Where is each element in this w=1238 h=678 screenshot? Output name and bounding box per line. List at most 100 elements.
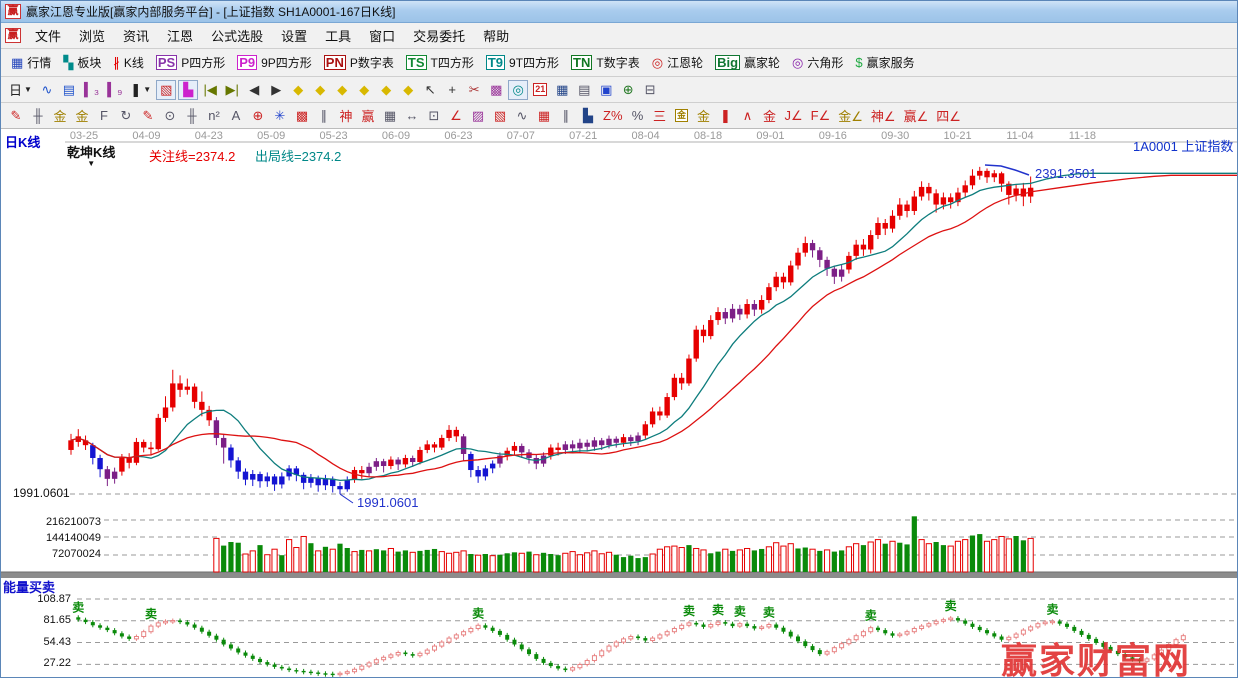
menu-item-1[interactable]: 文件 [26, 24, 70, 47]
cut-tool-icon[interactable]: ✂ [464, 80, 484, 100]
candle-type-dropdown-icon[interactable]: ❚▼ [127, 80, 154, 100]
hand-tool-icon[interactable]: ↖ [420, 80, 440, 100]
fan-box-icon[interactable]: ▨ [468, 106, 488, 126]
menu-item-6[interactable]: 设置 [272, 24, 316, 47]
fan-lines-icon[interactable]: ∠ [446, 106, 466, 126]
menu-item-9[interactable]: 交易委托 [404, 24, 474, 47]
tick-grid-icon[interactable]: ╫ [28, 106, 48, 126]
toolbar-item-t-number-table[interactable]: TNT数字表 [565, 52, 646, 74]
angle-a-icon[interactable]: A [226, 106, 246, 126]
ying-angle-icon[interactable]: 赢∠ [901, 106, 932, 126]
web-box-icon[interactable]: ▧ [490, 106, 510, 126]
bars-9-icon[interactable]: ▍₉ [104, 80, 125, 100]
box-tool-icon[interactable]: ⊡ [424, 106, 444, 126]
ying-tool-icon[interactable]: 赢 [358, 106, 378, 126]
crosshair-tool-icon[interactable]: + [442, 80, 462, 100]
shape-tool-icon[interactable]: ▩ [486, 80, 506, 100]
h-measure-icon[interactable]: ↔ [402, 106, 422, 126]
ruler-grid-icon[interactable]: ▦ [380, 106, 400, 126]
web-export-icon[interactable]: ⊕ [618, 80, 638, 100]
svg-text:05-09: 05-09 [257, 130, 285, 142]
toolbar-item-9t-square[interactable]: T99T四方形 [480, 52, 565, 74]
pencil-2-icon[interactable]: ✎ [138, 106, 158, 126]
shen-tool-icon[interactable]: 神 [336, 106, 356, 126]
info-panel-icon[interactable]: ▤ [59, 80, 79, 100]
zoom-expand-icon[interactable]: ◆ [332, 80, 352, 100]
period-view-label[interactable]: 日K线 [5, 132, 40, 151]
zoom-restore-icon[interactable]: ◆ [398, 80, 418, 100]
menu-item-8[interactable]: 窗口 [360, 24, 404, 47]
page-next-icon[interactable]: ▶ [266, 80, 286, 100]
menu-item-4[interactable]: 江恩 [158, 24, 202, 47]
si-angle-icon[interactable]: 四∠ [933, 106, 964, 126]
zoom-compress-icon[interactable]: ◆ [376, 80, 396, 100]
spiral-icon[interactable]: ↻ [116, 106, 136, 126]
gold-rule-icon[interactable]: 金 [694, 106, 714, 126]
volume-profile-icon[interactable]: ▙ [178, 80, 198, 100]
menu-item-5[interactable]: 公式选股 [202, 24, 272, 47]
shen-angle-icon[interactable]: 神∠ [868, 106, 899, 126]
price-mark-icon[interactable]: ∥ [314, 106, 334, 126]
three-percent-icon[interactable]: 三 [650, 106, 670, 126]
gann-wave-icon[interactable]: ∿ [37, 80, 57, 100]
gann-clock-icon[interactable]: ⊙ [160, 106, 180, 126]
9p-square-icon: P9 [237, 55, 257, 70]
pencil-icon[interactable]: ✎ [6, 106, 26, 126]
period-day-dropdown-icon[interactable]: 日▼ [6, 80, 35, 100]
calculator-icon[interactable]: ▦ [552, 80, 572, 100]
kline-type-dropdown[interactable]: 乾坤K线▼ [67, 142, 115, 166]
fibonacci-icon[interactable]: F [94, 106, 114, 126]
gold-circle-icon[interactable]: 金 [672, 106, 692, 126]
toolbar-item-9p-square[interactable]: P99P四方形 [231, 52, 318, 74]
square-of-nine-icon[interactable]: n² [204, 106, 224, 126]
wave-peak-icon[interactable]: ∧ [738, 106, 758, 126]
gold-red-icon[interactable]: 金 [760, 106, 780, 126]
wave-line-icon[interactable]: ∿ [512, 106, 532, 126]
zoom-left-icon[interactable]: ◆ [288, 80, 308, 100]
gold-line-2-icon[interactable]: 金 [72, 106, 92, 126]
toolbar-item-kline[interactable]: ∦K线 [107, 52, 150, 74]
mind-tool-icon[interactable]: ◎ [508, 80, 528, 100]
tick-grid-2-icon[interactable]: ╫ [182, 106, 202, 126]
toolbar-item-t-square[interactable]: TST四方形 [400, 52, 480, 74]
stat-bars-icon[interactable]: ▙ [578, 106, 598, 126]
f-angle-icon[interactable]: F∠ [808, 106, 834, 126]
toolbar-item-hexagon[interactable]: ◎六角形 [786, 52, 849, 74]
toolbar-item-p-number-table[interactable]: PNP数字表 [318, 52, 400, 74]
toolbar-item-p-square[interactable]: PSP四方形 [150, 52, 231, 74]
toolbar-item-winner-service[interactable]: $赢家服务 [849, 52, 920, 74]
chart-canvas[interactable]: 03-2504-0904-2305-0905-2306-0906-2307-07… [1, 129, 1238, 678]
spider-web-icon[interactable]: ▩ [292, 106, 312, 126]
print-icon[interactable]: ⊟ [640, 80, 660, 100]
menu-item-10[interactable]: 帮助 [474, 24, 518, 47]
star-web-icon[interactable]: ✳ [270, 106, 290, 126]
chart-area[interactable]: 03-2504-0904-2305-0905-2306-0906-2307-07… [1, 129, 1238, 678]
save-icon[interactable]: ▣ [596, 80, 616, 100]
bars-3-icon[interactable]: ▍₃ [81, 80, 102, 100]
hatch-lines-icon[interactable]: ∥ [556, 106, 576, 126]
gold-angle-icon[interactable]: 金∠ [835, 106, 866, 126]
toolbar-item-gann-wheel[interactable]: ◎江恩轮 [646, 52, 709, 74]
go-last-icon[interactable]: ▶| [222, 80, 242, 100]
grid-large-icon[interactable]: ▦ [534, 106, 554, 126]
toolbar-item-winner-wheel[interactable]: Big赢家轮 [709, 52, 786, 74]
zoom-right-icon[interactable]: ◆ [310, 80, 330, 100]
toolbar-item-sectors[interactable]: ▚板块 [57, 52, 107, 74]
calendar-icon[interactable]: 21 [530, 80, 550, 100]
go-first-icon[interactable]: |◀ [200, 80, 220, 100]
gann-hatch-icon[interactable]: ▧ [156, 80, 176, 100]
candle-edit-icon[interactable]: ❚ [716, 106, 736, 126]
zoom-shrink-icon[interactable]: ◆ [354, 80, 374, 100]
memo-icon[interactable]: ▤ [574, 80, 594, 100]
menu-item-2[interactable]: 浏览 [70, 24, 114, 47]
menu-item-7[interactable]: 工具 [316, 24, 360, 47]
j-angle-icon[interactable]: J∠ [782, 106, 806, 126]
zone-percent-icon[interactable]: Z% [600, 106, 626, 126]
site-watermark: 赢家财富网 [1001, 632, 1191, 678]
menu-item-3[interactable]: 资讯 [114, 24, 158, 47]
gold-line-icon[interactable]: 金 [50, 106, 70, 126]
target-cross-icon[interactable]: ⊕ [248, 106, 268, 126]
page-prev-icon[interactable]: ◀ [244, 80, 264, 100]
percent-icon[interactable]: % [628, 106, 648, 126]
toolbar-item-quotes[interactable]: ▦行情 [5, 52, 57, 74]
